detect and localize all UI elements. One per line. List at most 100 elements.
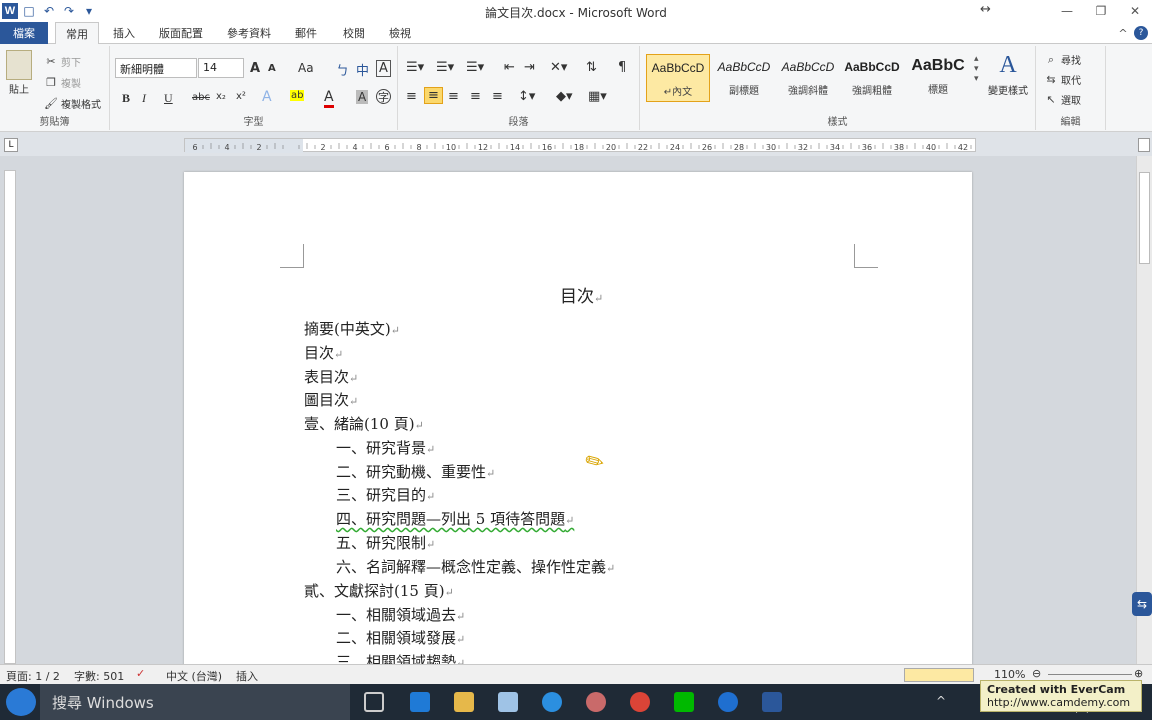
maximize-icon[interactable]: ❐ [1084, 0, 1118, 22]
doc-line[interactable]: 貳、文獻探討(15 頁)↵ [304, 580, 454, 601]
bold-button[interactable]: B [122, 91, 130, 106]
doc-line[interactable]: 二、研究動機、重要性↵ [336, 461, 495, 482]
align-left-icon[interactable]: ≡ [406, 89, 417, 104]
replace-button[interactable]: ⇆ 取代 [1044, 72, 1081, 88]
asian-layout-icon[interactable]: ✕▾ [550, 60, 567, 75]
insert-mode[interactable]: 插入 [236, 668, 258, 684]
zoom-out-icon[interactable]: ⊖ [1032, 667, 1041, 680]
edge-icon[interactable] [410, 692, 430, 712]
line-spacing-icon[interactable]: ↕▾ [518, 89, 535, 104]
doc-line[interactable]: 摘要(中英文)↵ [304, 318, 400, 339]
select-button[interactable]: ↖ 選取 [1044, 92, 1081, 108]
tab-insert[interactable]: 插入 [104, 22, 144, 44]
ie-icon[interactable] [542, 692, 562, 712]
change-styles-button[interactable]: A 變更樣式 [988, 52, 1028, 97]
teamviewer-icon[interactable] [718, 692, 738, 712]
zoom-slider[interactable] [1048, 674, 1132, 675]
grow-font-button[interactable]: A [250, 61, 260, 76]
strikethrough-button[interactable]: abc [192, 92, 210, 103]
doc-line[interactable]: 四、研究問題—列出 5 項待答問題↵ [336, 508, 574, 529]
doc-line[interactable]: 表目次↵ [304, 366, 358, 387]
page-count[interactable]: 頁面: 1 / 2 [6, 668, 60, 684]
view-buttons[interactable] [904, 668, 974, 682]
numbering-icon[interactable]: ☰▾ [436, 60, 454, 75]
style-strong[interactable]: AaBbCcD 強調粗體 [840, 54, 904, 102]
phonetic-guide-icon[interactable]: ㄅ [336, 60, 349, 79]
align-center-icon[interactable]: ≡ [424, 87, 443, 104]
increase-indent-icon[interactable]: ⇥ [524, 60, 535, 75]
task-view-icon[interactable] [364, 692, 384, 712]
copy-button[interactable]: ❐ 複製 [44, 75, 81, 91]
doc-line[interactable]: 目次↵ [304, 342, 343, 363]
chrome-icon[interactable] [630, 692, 650, 712]
style-subtitle[interactable]: AaBbCcD 副標題 [712, 54, 776, 102]
minimize-icon[interactable]: — [1050, 0, 1084, 22]
text-effects-button[interactable]: A [262, 89, 272, 105]
tab-file[interactable]: 檔案 [0, 22, 48, 44]
doc-line[interactable]: 六、名詞解釋—概念性定義、操作性定義↵ [336, 556, 615, 577]
tab-references[interactable]: 參考資料 [218, 22, 280, 44]
enclose-char-button[interactable]: 字 [376, 89, 391, 104]
styles-scroll[interactable]: ▴ ▾ ▾ [974, 54, 979, 84]
search-box[interactable]: 搜尋 Windows [40, 684, 350, 720]
app-icon[interactable] [586, 692, 606, 712]
format-painter-button[interactable]: 🖌 複製格式 [44, 96, 101, 112]
sort-icon[interactable]: ⇅ [586, 60, 597, 75]
start-button[interactable] [6, 688, 36, 716]
close-icon[interactable]: ✕ [1118, 0, 1152, 22]
justify-icon[interactable]: ≡ [470, 89, 481, 104]
vertical-ruler[interactable] [4, 170, 16, 664]
doc-line[interactable]: 壹、緒論(10 頁)↵ [304, 413, 424, 434]
tab-review[interactable]: 校閱 [334, 22, 374, 44]
tab-view[interactable]: 檢視 [380, 22, 420, 44]
doc-line[interactable]: 三、研究目的↵ [336, 484, 435, 505]
highlight-button[interactable]: ab [290, 90, 305, 101]
proofing-icon[interactable]: ✓ [136, 667, 145, 680]
file-explorer-icon[interactable] [454, 692, 474, 712]
find-button[interactable]: ⌕ 尋找 [1044, 52, 1081, 68]
font-color-button[interactable]: A [324, 89, 334, 108]
tab-home[interactable]: 常用 [55, 22, 99, 45]
doc-line[interactable]: 二、相關領域發展↵ [336, 627, 465, 648]
help-icon[interactable]: ? [1134, 26, 1148, 40]
style-title[interactable]: AaBbC 標題 [906, 54, 970, 102]
italic-button[interactable]: I [142, 91, 146, 106]
show-marks-icon[interactable]: ¶ [618, 60, 626, 75]
bullets-icon[interactable]: ☰▾ [406, 60, 424, 75]
doc-line[interactable]: 圖目次↵ [304, 389, 358, 410]
cut-button[interactable]: ✂ 剪下 [44, 54, 81, 70]
font-name-combo[interactable]: 新細明體 [115, 58, 197, 78]
shading-icon[interactable]: ◆▾ [556, 89, 573, 104]
horizontal-ruler[interactable]: 6 4 2 2 4 6 8 10 12 14 16 18 20 22 24 26 28 30 32 34 36 38 40 4… [184, 138, 988, 153]
language[interactable]: 中文 (台灣) [166, 668, 222, 684]
character-border-icon[interactable]: A [376, 60, 391, 77]
doc-line[interactable]: 一、相關領域過去↵ [336, 604, 465, 625]
doc-line[interactable]: 五、研究限制↵ [336, 532, 435, 553]
char-shading-button[interactable]: A [356, 90, 369, 104]
tab-mailings[interactable]: 郵件 [286, 22, 326, 44]
convert-icon[interactable]: 中 [356, 60, 369, 79]
change-case-button[interactable]: Aa [298, 61, 314, 75]
side-widget-icon[interactable]: ⇆ [1132, 592, 1152, 616]
borders-icon[interactable]: ▦▾ [588, 89, 607, 104]
zoom-in-icon[interactable]: ⊕ [1134, 667, 1143, 680]
line-icon[interactable] [674, 692, 694, 712]
shrink-font-button[interactable]: A [268, 63, 276, 74]
word-count[interactable]: 字數: 501 [74, 668, 124, 684]
document-page[interactable]: 目次↵ 摘要(中英文)↵ 目次↵ 表目次↵ 圖目次↵ 壹、緒論(10 頁)↵ 一… [184, 172, 972, 672]
doc-line[interactable]: 一、研究背景↵ [336, 437, 435, 458]
tab-stop-selector[interactable]: L [4, 138, 18, 152]
store-icon[interactable] [498, 692, 518, 712]
superscript-button[interactable]: x² [236, 91, 246, 102]
multilevel-list-icon[interactable]: ☰▾ [466, 60, 484, 75]
font-size-combo[interactable]: 14 [198, 58, 244, 78]
collapse-ribbon-icon[interactable]: ^ [1116, 22, 1130, 44]
doc-title[interactable]: 目次↵ [560, 282, 603, 307]
subscript-button[interactable]: x₂ [216, 91, 226, 102]
style-normal[interactable]: AaBbCcD ↵內文 [646, 54, 710, 102]
view-ruler-icon[interactable] [1138, 138, 1150, 152]
underline-button[interactable]: U [164, 91, 173, 106]
distribute-icon[interactable]: ≡ [492, 89, 503, 104]
style-emphasis[interactable]: AaBbCcD 強調斜體 [776, 54, 840, 102]
resize-arrows-icon[interactable]: ↔ [980, 2, 991, 17]
